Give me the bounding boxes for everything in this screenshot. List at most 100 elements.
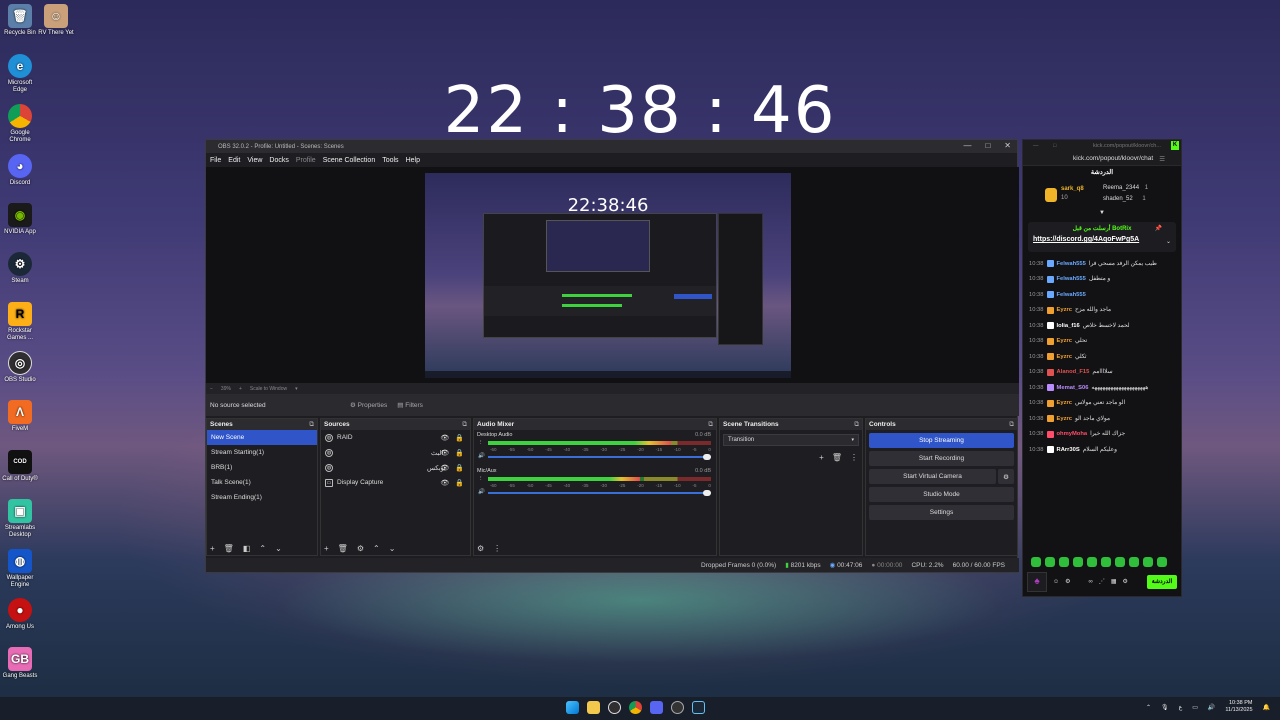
chevron-down-icon[interactable]: ▾ <box>295 386 298 392</box>
message-username[interactable]: Felwah555 <box>1057 276 1086 282</box>
maximize-icon[interactable]: □ <box>1053 143 1056 149</box>
stop-streaming-button[interactable]: Stop Streaming <box>869 433 1014 448</box>
zoom-in-icon[interactable]: + <box>239 386 242 392</box>
chevron-down-icon[interactable]: ⌄ <box>389 544 396 553</box>
menu-file[interactable]: File <box>210 157 221 164</box>
obs-icon[interactable] <box>608 701 621 714</box>
message-username[interactable]: Felwah555 <box>1057 292 1086 298</box>
minimize-icon[interactable]: — <box>963 141 971 150</box>
pinned-message[interactable]: أرسلت من قبل BotRix https://discord.gg/4… <box>1028 222 1176 252</box>
gift-icon[interactable]: ▦ <box>1111 578 1117 585</box>
desktop-icon-steam[interactable]: ⚙ Steam <box>0 252 40 285</box>
source-item[interactable]: ◍ البث 👁 🔒 <box>321 445 470 460</box>
emote-icon[interactable] <box>1115 557 1125 567</box>
microphone-icon[interactable]: 🎙 <box>1161 704 1169 711</box>
desktop-icon-wallpaper-engine[interactable]: ◍ Wallpaper Engine <box>0 549 40 589</box>
chat-message[interactable]: 10:38 Memat_S06 ههههههههههههههههههههه <box>1023 380 1181 396</box>
kebab-icon[interactable]: ⋮ <box>478 440 484 446</box>
chat-send-button[interactable]: الدردشة <box>1147 574 1177 589</box>
eye-icon[interactable]: 👁 <box>440 434 449 442</box>
chat-window[interactable]: — □ kick.com/popout/kloovr/ch... K kick.… <box>1022 139 1182 597</box>
message-username[interactable]: Eyzrc <box>1057 400 1072 406</box>
desktop-icon-among-us[interactable]: ● Among Us <box>0 598 40 631</box>
chat-message[interactable]: 10:38 Eyzrc مولاي ماجد الو <box>1023 411 1181 427</box>
volume-icon[interactable]: 🔊 <box>1208 704 1215 711</box>
chat-message[interactable]: 10:38 Felwah555 طيب يمكن الرفد مسحي فرا <box>1023 256 1181 272</box>
chat-message[interactable]: 10:38 Felwah555 <box>1023 287 1181 303</box>
lock-icon[interactable]: 🔒 <box>455 434 464 442</box>
emoji-icon[interactable]: ☺ <box>1053 579 1059 585</box>
emote-icon[interactable] <box>1087 557 1097 567</box>
add-icon[interactable]: + <box>210 544 215 553</box>
desktop-icon-fivem[interactable]: Λ FiveM <box>0 400 40 433</box>
message-username[interactable]: lolia_f16 <box>1057 323 1080 329</box>
desktop-icon-recycle-bin[interactable]: 🗑 Recycle Bin <box>0 4 40 37</box>
desktop-icon-obs[interactable]: ◎ OBS Studio <box>0 351 40 384</box>
scene-item[interactable]: Talk Scene(1) <box>207 475 317 490</box>
kebab-icon[interactable]: ⋮ <box>478 476 484 482</box>
message-username[interactable]: Alanod_F15 <box>1057 369 1090 375</box>
chat-message[interactable]: 10:38 Felwah555 و متطفل <box>1023 272 1181 288</box>
avatar[interactable]: ♠ <box>1027 571 1047 592</box>
pin-icon[interactable]: 📌 <box>1155 225 1162 232</box>
chat-url-bar[interactable]: kick.com/popout/kloovr/chat ☰ <box>1023 152 1181 166</box>
emote-icon[interactable] <box>1157 557 1167 567</box>
add-icon[interactable]: + <box>819 453 824 462</box>
pinned-link[interactable]: https://discord.gg/4AqoFwPg5A <box>1033 236 1171 243</box>
menu-help[interactable]: Help <box>406 157 420 164</box>
preview-area[interactable]: 22:38:46 <box>206 167 1019 383</box>
network-icon[interactable]: ▭ <box>1192 704 1198 711</box>
scene-item[interactable]: New Scene <box>207 430 317 445</box>
maximize-icon[interactable]: □ <box>985 141 990 150</box>
trash-icon[interactable]: 🗑 <box>832 453 842 462</box>
source-item[interactable]: ◍ RAID 👁 🔒 <box>321 430 470 445</box>
eye-icon[interactable]: 👁 <box>440 479 449 487</box>
link-icon[interactable]: ∞ <box>1089 579 1093 585</box>
steam-icon[interactable] <box>692 701 705 714</box>
obs-window[interactable]: OBS 32.0.2 - Profile: Untitled - Scenes:… <box>205 139 1019 573</box>
eye-icon[interactable]: 👁 <box>440 464 449 472</box>
start-virtual-camera-button[interactable]: Start Virtual Camera <box>869 469 996 484</box>
message-username[interactable]: Eyzrc <box>1057 416 1072 422</box>
menu-profile[interactable]: Profile <box>296 157 316 164</box>
clock[interactable]: 10:38 PM 11/13/2025 <box>1225 700 1252 714</box>
speaker-icon[interactable]: 🔊 <box>478 489 485 495</box>
emote-icon[interactable] <box>1101 557 1111 567</box>
desktop-icon-cod[interactable]: COD Call of Duty® <box>0 450 40 483</box>
chat-message[interactable]: 10:38 Eyzrc ماجد والله مزح <box>1023 303 1181 319</box>
menu-tools[interactable]: Tools <box>382 157 398 164</box>
emote-icon[interactable] <box>1073 557 1083 567</box>
emote-icon[interactable] <box>1031 557 1041 567</box>
menu-view[interactable]: View <box>247 157 262 164</box>
windows-start-icon[interactable] <box>566 701 579 714</box>
emote-icon[interactable] <box>1143 557 1153 567</box>
lock-icon[interactable]: 🔒 <box>455 449 464 457</box>
message-username[interactable]: RArr30S <box>1057 447 1080 453</box>
chrome-icon[interactable] <box>629 701 642 714</box>
gear-icon[interactable]: ⚙ <box>477 544 484 553</box>
menu-scene-collection[interactable]: Scene Collection <box>323 157 376 164</box>
lock-icon[interactable]: 🔒 <box>455 464 464 472</box>
lock-icon[interactable]: 🔒 <box>455 479 464 487</box>
zoom-out-icon[interactable]: − <box>210 386 213 392</box>
chat-message[interactable]: 10:38 lolia_f16 لحمد لاخسط خلاص <box>1023 318 1181 334</box>
dock-float-icon[interactable]: ⧉ <box>854 421 859 429</box>
volume-knob[interactable] <box>703 454 711 460</box>
trash-icon[interactable]: 🗑 <box>224 544 234 553</box>
share-icon[interactable]: ⋰ <box>1099 578 1105 585</box>
minimize-icon[interactable]: — <box>1033 143 1039 149</box>
desktop-icon-nvidia[interactable]: ◉ NVIDIA App <box>0 203 40 236</box>
scene-item[interactable]: BRB(1) <box>207 460 317 475</box>
chevron-down-icon[interactable]: ⌄ <box>1166 238 1171 245</box>
filter-icon[interactable]: ▼ <box>1099 210 1105 216</box>
chat-message[interactable]: 10:38 RArr30S وعليكم السلام <box>1023 442 1181 458</box>
desktop-icon-gang-beasts[interactable]: GB Gang Beasts <box>0 647 40 680</box>
filter-icon[interactable]: ◧ <box>243 544 251 553</box>
trash-icon[interactable]: 🗑 <box>338 544 348 553</box>
kebab-icon[interactable]: ⋮ <box>493 544 501 553</box>
rockstar-icon[interactable] <box>671 701 684 714</box>
chat-message[interactable]: 10:38 Eyzrc تحلي <box>1023 334 1181 350</box>
chevron-up-icon[interactable]: ⌃ <box>373 544 380 553</box>
settings-icon[interactable]: ⚙ <box>1122 578 1127 585</box>
chat-message[interactable]: 10:38 Eyzrc الو ماجد تعني مولاس <box>1023 396 1181 412</box>
